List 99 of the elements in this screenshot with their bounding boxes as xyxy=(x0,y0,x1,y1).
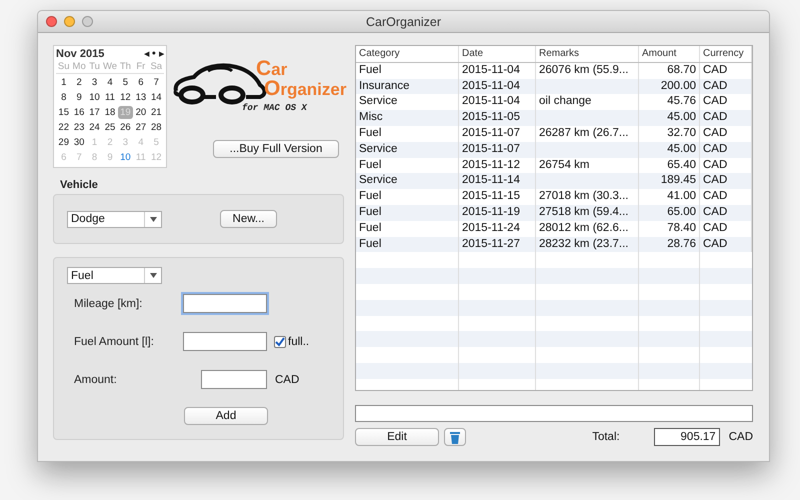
checkbox-label: full.. xyxy=(288,336,310,348)
add-button[interactable]: Add xyxy=(184,407,268,425)
trash-icon[interactable] xyxy=(444,428,466,446)
column-header[interactable]: Currency xyxy=(700,46,752,62)
table-cell: Fuel xyxy=(356,204,459,221)
currency-label: CAD xyxy=(728,431,753,443)
full-checkbox[interactable] xyxy=(274,336,286,348)
logo-text: Organizer xyxy=(264,77,346,101)
minimize-button[interactable] xyxy=(64,16,75,27)
weekday-label: Fr xyxy=(133,61,149,74)
fuel-amount-field[interactable] xyxy=(183,332,267,351)
table-cell: 28232 km (23.7... xyxy=(536,236,639,252)
column-header[interactable]: Date xyxy=(459,46,536,62)
calendar-day[interactable]: 3 xyxy=(86,76,102,89)
window-title: CarOrganizer xyxy=(366,14,442,28)
table-cell: Fuel xyxy=(356,236,459,252)
table-cell: 2015-11-04 xyxy=(459,78,536,94)
table-cell: Insurance xyxy=(356,78,459,94)
amount-field[interactable] xyxy=(201,370,267,389)
calendar-day[interactable]: 15 xyxy=(56,106,72,119)
column-header[interactable]: Remarks xyxy=(536,46,639,62)
edit-button[interactable]: Edit xyxy=(355,428,439,446)
table-cell: 2015-11-27 xyxy=(459,236,536,252)
table-cell: 2015-11-19 xyxy=(459,204,536,221)
table-cell: 2015-11-14 xyxy=(459,173,536,190)
calendar-day[interactable]: 1 xyxy=(56,76,72,89)
calendar-day[interactable]: 29 xyxy=(56,136,72,149)
vehicle-dropdown[interactable]: Dodge xyxy=(67,210,162,228)
calendar-day[interactable]: 10 xyxy=(118,151,134,164)
calendar-day[interactable]: 9 xyxy=(71,91,87,104)
calendar-day[interactable]: 26 xyxy=(118,121,134,134)
table-cell: 28.76 xyxy=(639,236,700,252)
table-cell: 27518 km (59.4... xyxy=(536,204,639,221)
calendar-day[interactable]: 6 xyxy=(133,76,149,89)
zoom-button[interactable] xyxy=(82,16,93,27)
calendar-day[interactable]: 5 xyxy=(118,76,134,89)
table-cell: CAD xyxy=(700,204,752,221)
group-title: Vehicle xyxy=(60,179,99,191)
weekday-label: We xyxy=(102,61,118,74)
field-label: Fuel Amount [l]: xyxy=(74,336,155,348)
table-cell: 2015-11-05 xyxy=(459,110,536,126)
field-label: Mileage [km]: xyxy=(74,298,144,310)
calendar-day[interactable]: 12 xyxy=(118,91,134,104)
weekday-label: Su xyxy=(56,61,72,74)
category-dropdown[interactable]: Fuel xyxy=(67,267,162,284)
total-label: Total: xyxy=(592,431,620,443)
calendar-day[interactable]: 13 xyxy=(133,91,149,104)
calendar-day[interactable]: 27 xyxy=(133,121,149,134)
close-button[interactable] xyxy=(46,16,57,27)
mileage-field[interactable] xyxy=(183,294,267,313)
calendar-day[interactable]: 8 xyxy=(56,91,72,104)
table-cell: Misc xyxy=(356,110,459,126)
table-cell: 45.00 xyxy=(639,110,700,126)
weekday-label: Tu xyxy=(86,61,102,74)
field-label: Amount: xyxy=(74,374,118,386)
calendar-day[interactable]: 23 xyxy=(71,121,87,134)
calendar-day[interactable]: 17 xyxy=(86,106,102,119)
table-cell: CAD xyxy=(700,236,752,252)
calendar-day[interactable]: 16 xyxy=(71,106,87,119)
weekday-label: Sa xyxy=(148,61,164,74)
table-cell: CAD xyxy=(700,78,752,94)
weekday-label: Mo xyxy=(71,61,87,74)
calendar-day[interactable]: 21 xyxy=(148,106,164,119)
calendar-day[interactable]: 28 xyxy=(148,121,164,134)
column-header[interactable]: Amount xyxy=(639,46,700,62)
note-field[interactable] xyxy=(355,405,753,422)
new-button[interactable]: New... xyxy=(220,210,277,228)
calendar-day[interactable]: 14 xyxy=(148,91,164,104)
table-cell: 189.45 xyxy=(639,173,700,190)
calendar-day[interactable]: 30 xyxy=(71,136,87,149)
calendar-day[interactable]: 2 xyxy=(71,76,87,89)
currency-label: CAD xyxy=(275,374,300,386)
calendar-day[interactable]: 20 xyxy=(133,106,149,119)
table-cell: CAD xyxy=(700,173,752,190)
dropdown-arrow-icon xyxy=(150,273,156,278)
logo-text: Car xyxy=(256,57,288,80)
table-cell: CAD xyxy=(700,142,752,158)
table-cell: 200.00 xyxy=(639,78,700,94)
calendar-day[interactable]: 7 xyxy=(148,76,164,89)
table-cell: Service xyxy=(356,142,459,158)
calendar-day[interactable]: 10 xyxy=(86,91,102,104)
table-cell: CAD xyxy=(700,110,752,126)
calendar-month: Nov 2015 xyxy=(56,48,104,60)
table-cell: Service xyxy=(356,173,459,190)
calendar-day[interactable]: 18 xyxy=(102,106,118,119)
logo-tagline: for MAC OS X xyxy=(242,103,307,113)
dropdown-arrow-icon xyxy=(150,216,156,222)
calendar-day[interactable]: 4 xyxy=(102,76,118,89)
calendar-day[interactable]: 25 xyxy=(102,121,118,134)
calendar-day[interactable]: 22 xyxy=(56,121,72,134)
weekday-label: Th xyxy=(118,61,134,74)
table-cell: 2015-11-07 xyxy=(459,142,536,158)
table-cell: 65.00 xyxy=(639,204,700,221)
total-field: 905.17 xyxy=(654,428,720,446)
calendar-day[interactable]: 11 xyxy=(102,91,118,104)
calendar-day[interactable]: 24 xyxy=(86,121,102,134)
column-header[interactable]: Category xyxy=(356,46,459,62)
buy-button[interactable]: ...Buy Full Version xyxy=(213,140,339,158)
table-cell: 45.00 xyxy=(639,142,700,158)
